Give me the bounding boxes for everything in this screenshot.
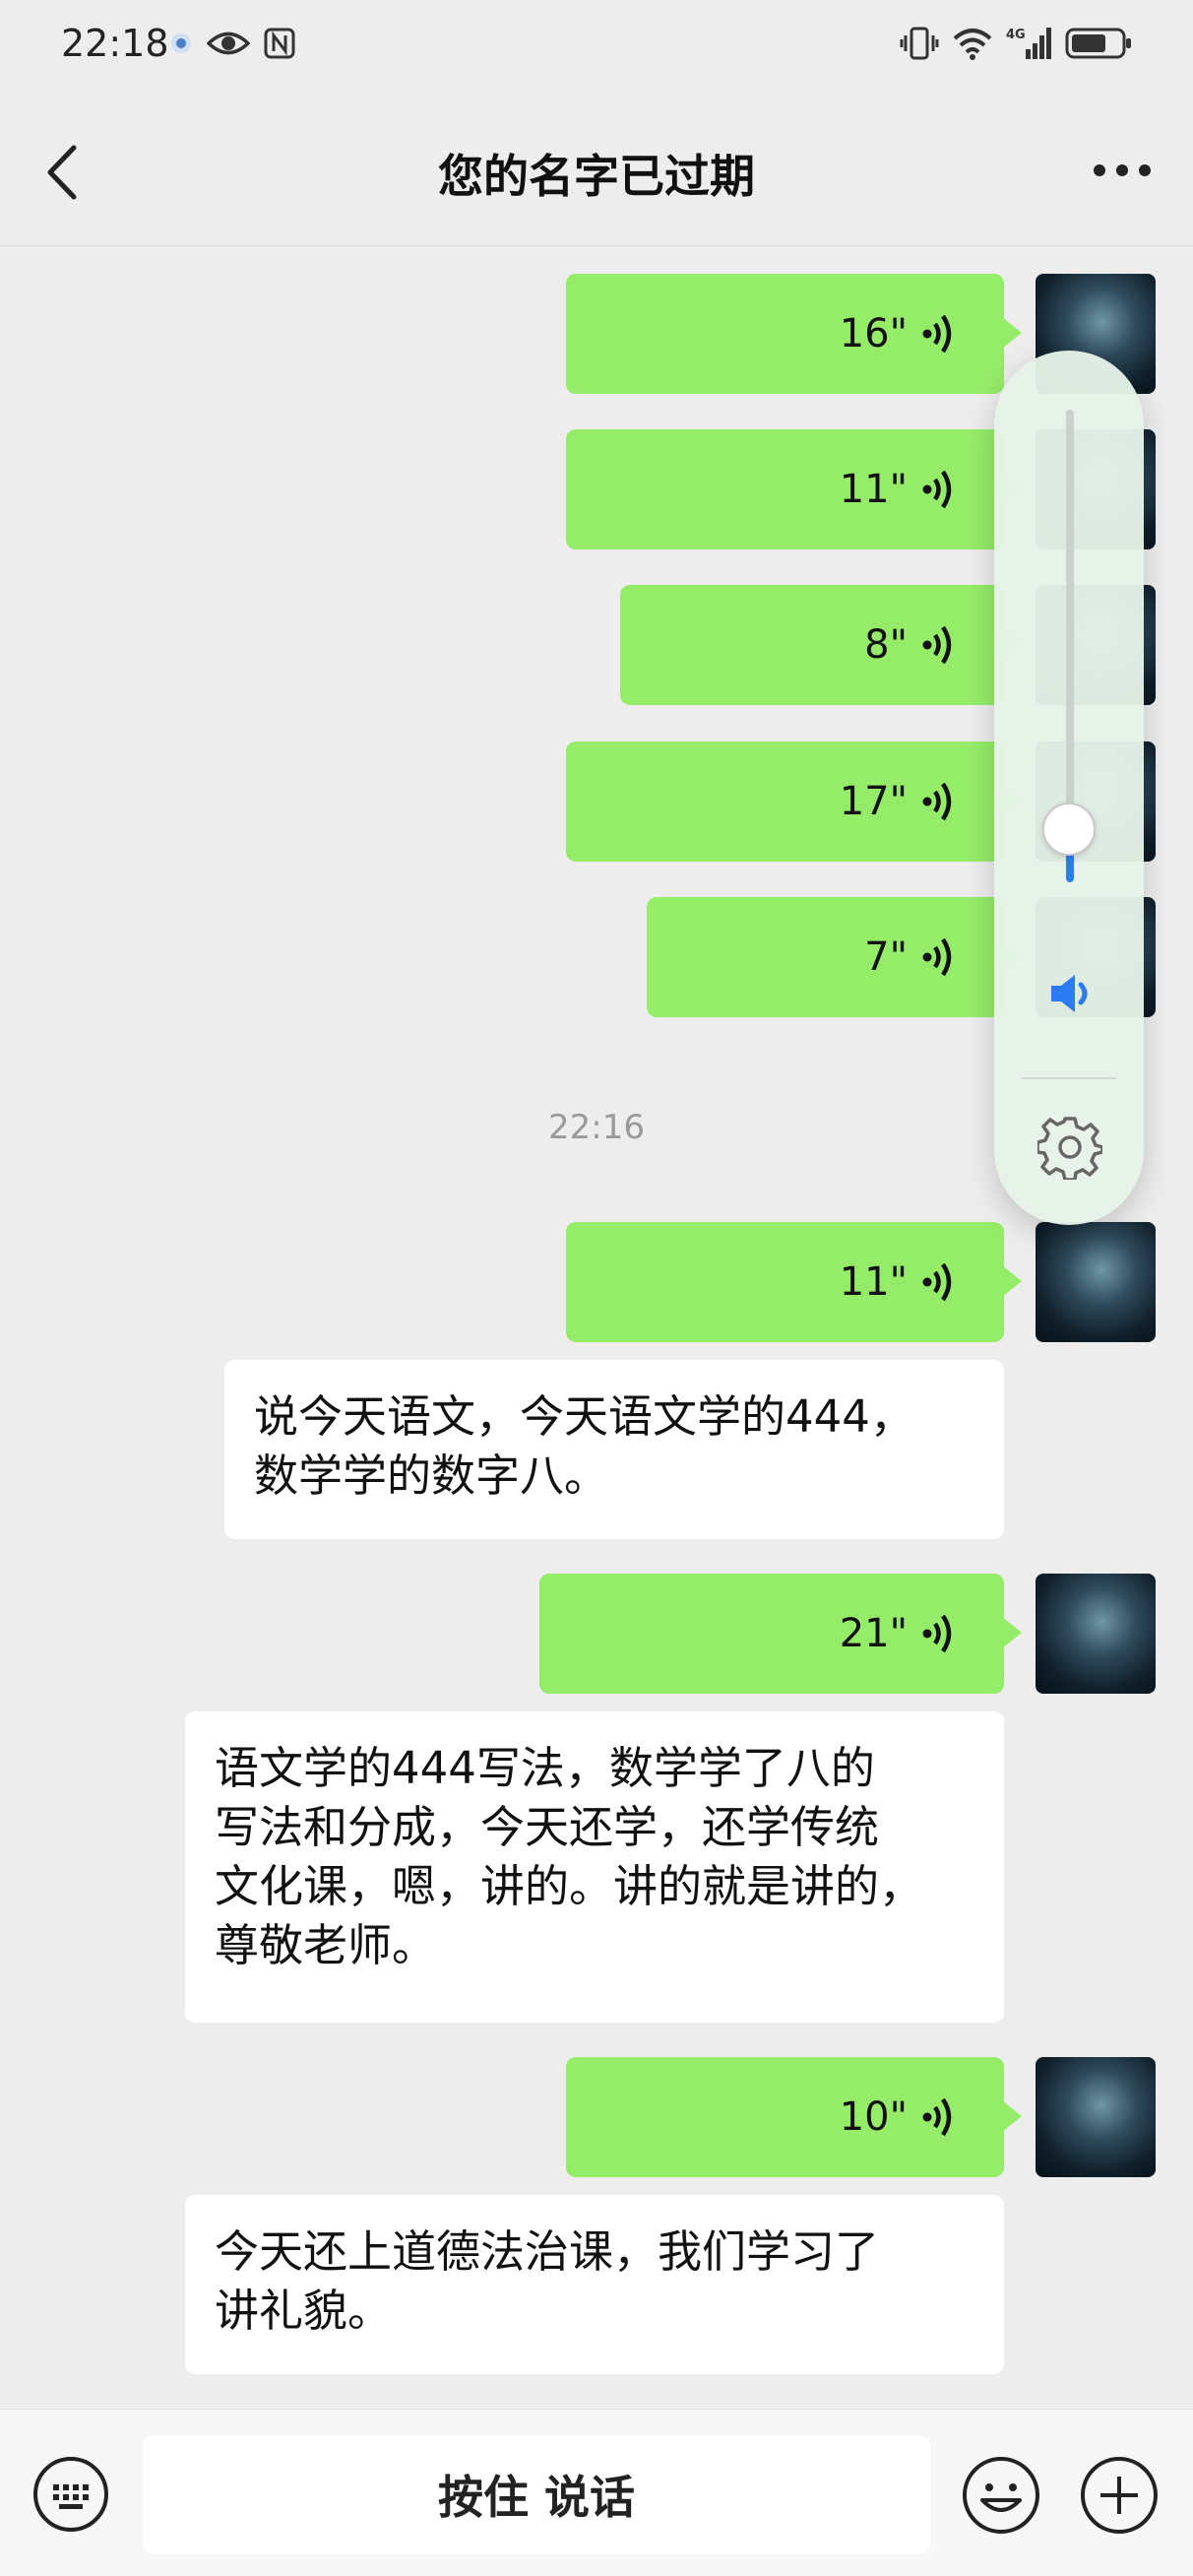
- transcript-line: 语文学的444写法，数学学了八的: [215, 1742, 875, 1794]
- status-right-icons: 4G: [900, 26, 1132, 61]
- keyboard-icon[interactable]: [31, 2455, 110, 2534]
- app-notification-icon: [171, 33, 191, 53]
- voice-message[interactable]: 21": [539, 1574, 1022, 1694]
- transcript-line: 写法和分成，今天还学，还学传统: [215, 1801, 880, 1853]
- battery-icon: [1065, 28, 1131, 59]
- voice-message[interactable]: 8": [620, 585, 1022, 705]
- transcript-line: 尊敬老师。: [215, 1919, 437, 1971]
- eye-icon: [207, 32, 250, 55]
- transcript-line: 今天还上道德法治课，我们学习了: [215, 2225, 880, 2278]
- voice-wave-icon: [922, 937, 952, 977]
- voice-duration: 10": [839, 2094, 908, 2140]
- speaker-icon[interactable]: [1045, 969, 1095, 1018]
- voice-duration: 16": [839, 311, 908, 356]
- nfc-icon: [264, 28, 295, 59]
- volume-slider-thumb[interactable]: [1042, 803, 1096, 856]
- chat-title: 您的名字已过期: [438, 150, 755, 203]
- avatar[interactable]: [1036, 2057, 1156, 2177]
- voice-wave-icon: [922, 314, 952, 354]
- voice-message[interactable]: 10": [566, 2057, 1022, 2177]
- status-left-icons: [169, 28, 295, 59]
- voice-wave-icon: [922, 1262, 952, 1302]
- transcript-line: 说今天语文，今天语文学的444，: [254, 1390, 914, 1443]
- avatar[interactable]: [1036, 1222, 1156, 1342]
- more-button[interactable]: [1083, 141, 1162, 200]
- voice-duration: 8": [864, 622, 908, 668]
- voice-wave-icon: [922, 1614, 952, 1653]
- voice-message[interactable]: 11": [566, 1222, 1022, 1342]
- voice-wave-icon: [922, 625, 952, 665]
- avatar[interactable]: [1036, 1574, 1156, 1694]
- voice-transcript: 今天还上道德法治课，我们学习了 讲礼貌。: [185, 2195, 1004, 2374]
- voice-message[interactable]: 7": [647, 897, 1022, 1017]
- voice-wave-icon: [922, 782, 952, 821]
- transcript-line: 文化课，嗯，讲的。讲的就是讲的，: [215, 1860, 924, 1912]
- wifi-icon: [953, 29, 992, 60]
- voice-duration: 21": [839, 1611, 908, 1656]
- plus-icon[interactable]: [1079, 2455, 1160, 2536]
- status-bar: 22:18 4G: [0, 0, 1193, 94]
- voice-wave-icon: [922, 470, 952, 509]
- voice-message[interactable]: 11": [566, 429, 1022, 549]
- volume-divider: [1022, 1077, 1116, 1079]
- 4g-signal-icon: 4G: [1006, 28, 1051, 59]
- hold-to-talk-button[interactable]: 按住 说话: [143, 2435, 930, 2553]
- transcript-line: 数学学的数字八。: [254, 1449, 609, 1502]
- voice-duration: 17": [839, 779, 908, 824]
- status-time: 22:18: [61, 22, 169, 65]
- voice-duration: 11": [839, 1259, 908, 1305]
- voice-message[interactable]: 17": [566, 741, 1022, 862]
- transcript-line: 讲礼貌。: [215, 2285, 393, 2337]
- more-dots-icon: [1094, 164, 1151, 176]
- voice-duration: 7": [864, 934, 908, 980]
- volume-panel: [994, 351, 1144, 1225]
- voice-message[interactable]: 16": [566, 274, 1022, 394]
- svg-text:4G: 4G: [1006, 28, 1026, 42]
- emoji-icon[interactable]: [961, 2455, 1041, 2536]
- voice-wave-icon: [922, 2097, 952, 2137]
- chat-screen: 22:18 4G 您的名字已过期 16" 11" 8" 17" 7" 22:16…: [0, 0, 1193, 2576]
- voice-duration: 11": [839, 467, 908, 512]
- voice-transcript: 语文学的444写法，数学学了八的 写法和分成，今天还学，还学传统 文化课，嗯，讲…: [185, 1711, 1004, 2023]
- voice-transcript: 说今天语文，今天语文学的444， 数学学的数字八。: [224, 1360, 1004, 1539]
- vibrate-icon: [900, 27, 939, 60]
- title-bar: 您的名字已过期: [0, 94, 1193, 246]
- input-bar: 按住 说话: [0, 2409, 1193, 2576]
- gear-icon[interactable]: [1037, 1115, 1102, 1180]
